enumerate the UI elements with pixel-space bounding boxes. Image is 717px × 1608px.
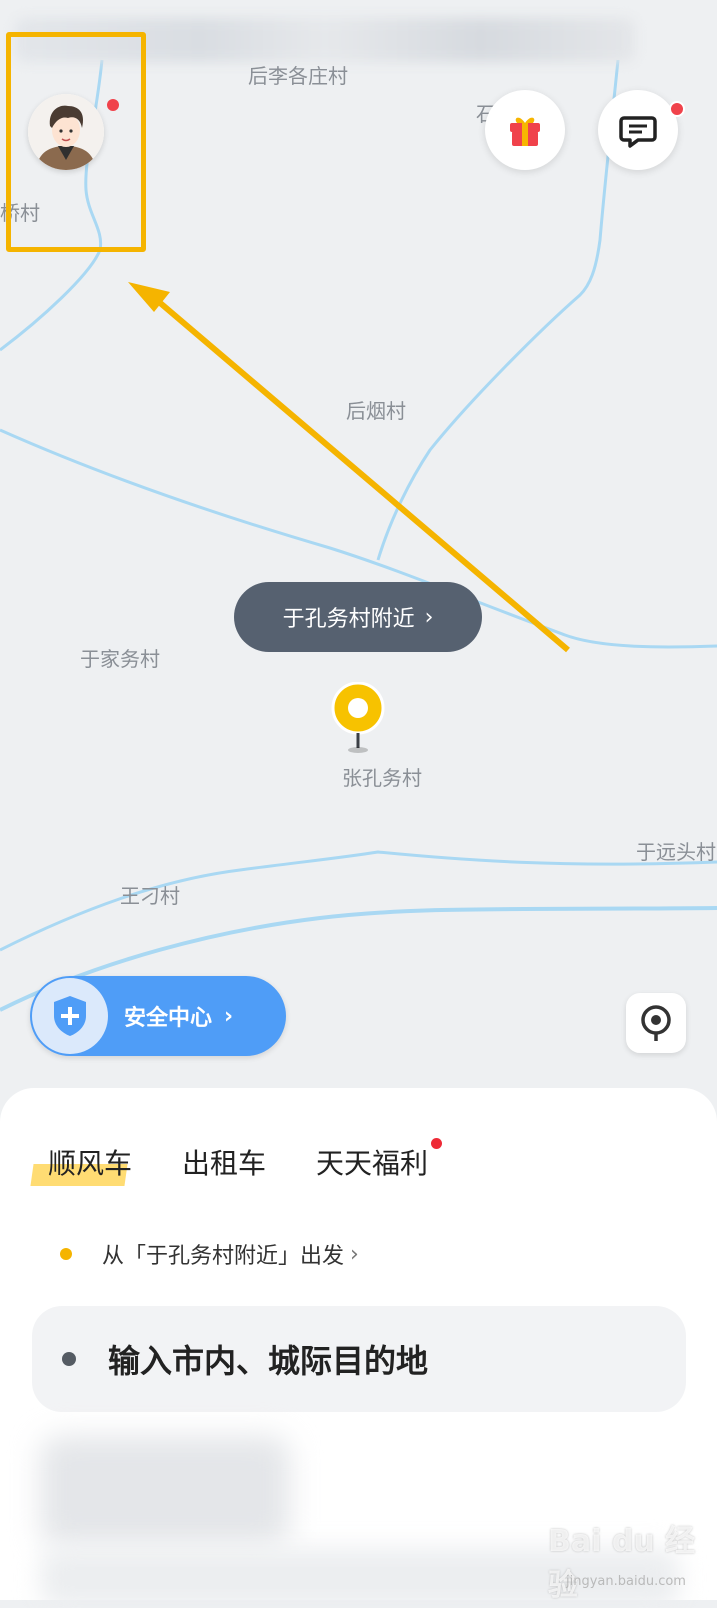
safety-center-button[interactable]: 安全中心 ›	[30, 976, 286, 1056]
location-pin-icon	[331, 682, 385, 753]
tab-daily-benefits[interactable]: 天天福利	[316, 1138, 443, 1182]
tab-label: 顺风车	[48, 1147, 133, 1180]
service-tabs: 顺风车 出租车 天天福利	[30, 1138, 443, 1186]
destination-placeholder: 输入市内、城际目的地	[108, 1342, 429, 1380]
tab-notification-dot	[431, 1138, 443, 1149]
locate-icon	[641, 1005, 671, 1041]
tab-label: 天天福利	[316, 1147, 429, 1180]
blurred-content	[40, 1436, 290, 1546]
watermark-url: jingyan.baidu.com	[566, 1574, 686, 1589]
origin-selector[interactable]: 从「于孔务村附近」出发 ›	[60, 1238, 359, 1270]
pickup-location-label: 于孔务村附近	[282, 607, 415, 632]
tab-label: 出租车	[182, 1147, 267, 1180]
chevron-right-icon: ›	[424, 604, 434, 630]
destination-input[interactable]: 输入市内、城际目的地	[32, 1306, 686, 1412]
shield-icon	[32, 978, 108, 1054]
origin-dot-icon	[60, 1248, 72, 1260]
destination-dot-icon	[62, 1352, 76, 1366]
recenter-location-button[interactable]	[626, 993, 686, 1053]
annotation-arrow-icon	[128, 282, 570, 653]
pickup-location-pill[interactable]: 于孔务村附近 ›	[234, 582, 482, 652]
tab-taxi[interactable]: 出租车	[182, 1142, 266, 1182]
origin-label: 从「于孔务村附近」出发	[102, 1244, 345, 1269]
map-view[interactable]: 后李各庄村 石 桥村 后烟村 于家务村 张孔务村 于远头村 王刁村 于孔务村附近…	[0, 0, 717, 1110]
chevron-right-icon: ›	[350, 1241, 359, 1267]
tab-carpool[interactable]: 顺风车	[30, 1142, 133, 1186]
safety-center-label: 安全中心	[124, 1006, 213, 1031]
watermark-brand: Bai du 经验	[548, 1524, 696, 1603]
chevron-right-icon: ›	[224, 1003, 234, 1029]
